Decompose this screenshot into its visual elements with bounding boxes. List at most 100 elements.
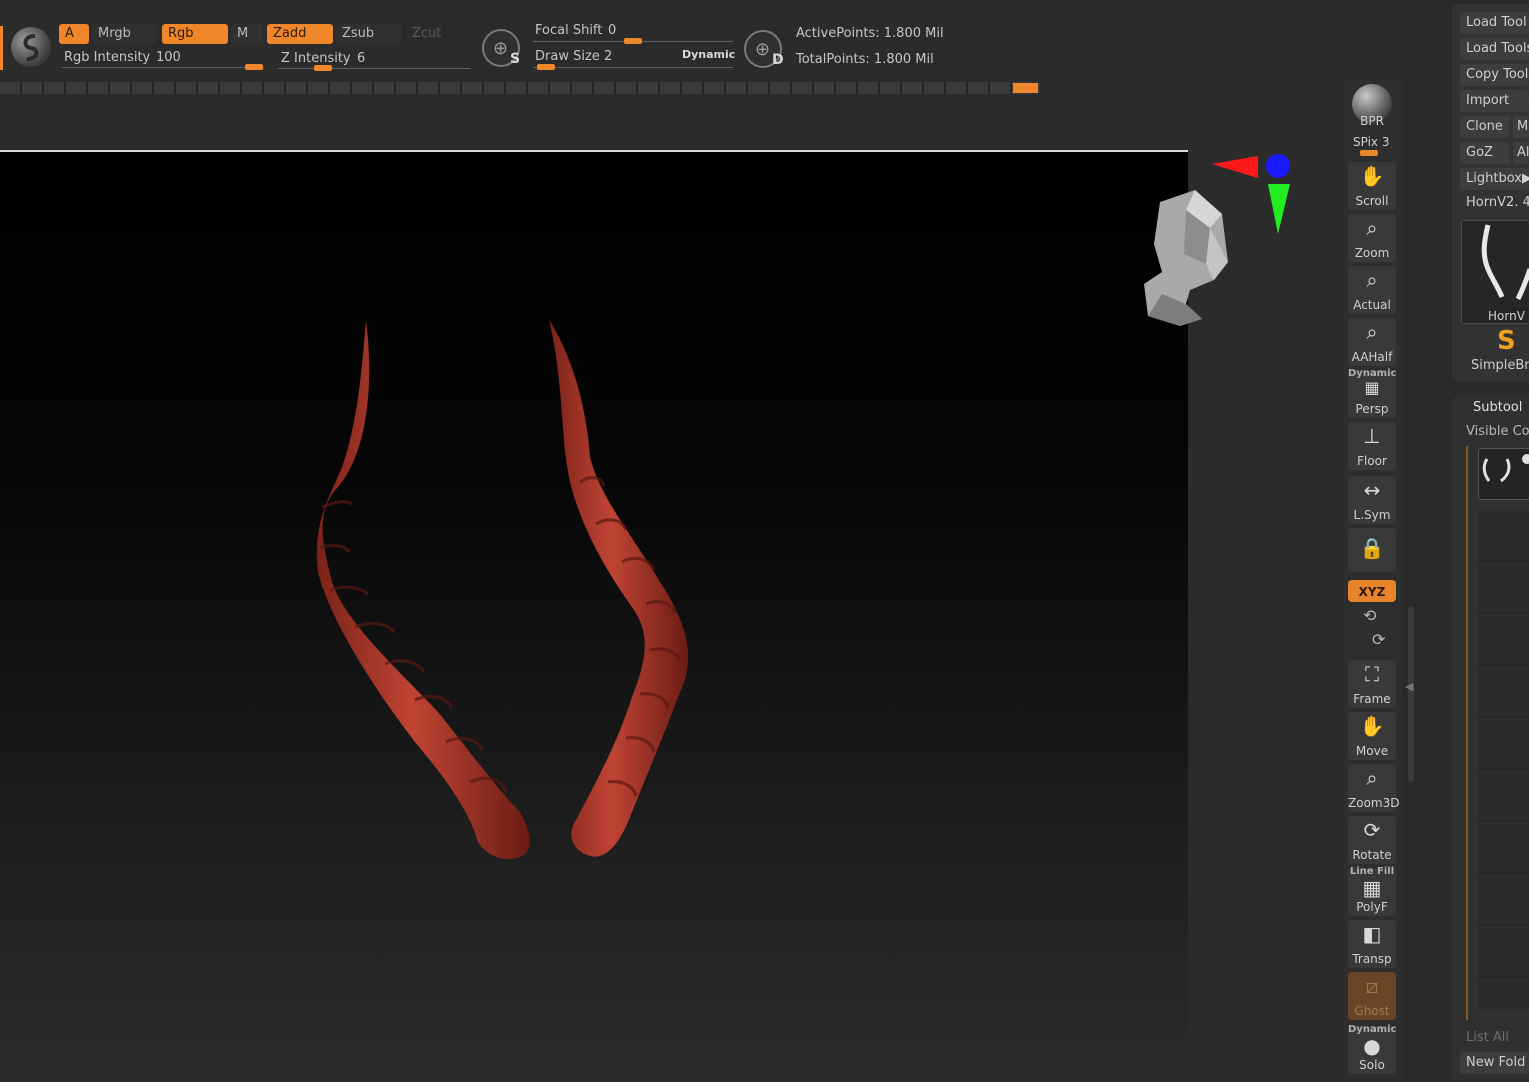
symmetry-arrows-icon: ↔ [1363, 478, 1381, 502]
zoom3d-icon: ⌕ [1366, 766, 1378, 790]
simplebrush-s-icon[interactable]: S [1497, 326, 1516, 356]
rotate-z-icon[interactable]: ⟳ [1372, 630, 1385, 649]
subtool-empty-slots [1478, 510, 1529, 1010]
aahalf-button[interactable]: ⌕ AAHalf [1348, 318, 1396, 366]
rgb-intensity-knob[interactable] [245, 64, 263, 70]
ghost-button[interactable]: ⧄ Ghost [1348, 972, 1396, 1020]
transp-label: Transp [1352, 952, 1392, 966]
subtool-scrollbar[interactable] [1466, 446, 1468, 1020]
horn-thumbnail-icon [1481, 224, 1529, 301]
goz-button[interactable]: GoZ [1460, 142, 1510, 164]
camera-lock-button[interactable]: 🔒 [1348, 528, 1396, 572]
make-polymesh-button[interactable]: M [1513, 116, 1529, 138]
subtool-item[interactable] [1478, 448, 1529, 500]
shelf-scrollbar[interactable] [1408, 606, 1414, 782]
polyf-label: PolyF [1356, 900, 1388, 914]
subtool-title[interactable]: Subtool [1473, 400, 1522, 415]
total-points: TotalPoints: 1.800 Mil [796, 52, 934, 67]
a-toggle[interactable]: A [59, 24, 89, 44]
polyf-button[interactable]: Line Fill ▦ PolyF [1348, 866, 1396, 916]
focal-shift-knob[interactable] [624, 38, 642, 44]
zoom-button[interactable]: ⌕ Zoom [1348, 214, 1396, 262]
lsym-button[interactable]: ↔ L.Sym [1348, 476, 1396, 524]
timeline-marker[interactable] [1013, 83, 1038, 93]
polygrid-icon: ▦ [1362, 876, 1382, 900]
persp-label: Persp [1355, 402, 1389, 416]
rotate-button[interactable]: ⟳ Rotate [1348, 816, 1396, 864]
draw-size-knob[interactable] [537, 64, 555, 70]
xyz-label: XYZ [1358, 585, 1386, 599]
camera-lock-icon: 🔒 [1359, 536, 1385, 560]
move-button[interactable]: ✋ Move [1348, 712, 1396, 760]
m-toggle[interactable]: M [231, 24, 263, 44]
crosshair-icon: ⊕ [493, 38, 509, 59]
z-intensity-value: 6 [357, 51, 366, 66]
tool-panel [1452, 4, 1529, 382]
spix-label: SPix [1353, 135, 1379, 149]
xyz-rotate-button[interactable]: XYZ [1348, 580, 1396, 602]
magnifier-half-icon: ⌕ [1366, 320, 1378, 344]
bpr-label: BPR [1360, 114, 1384, 128]
persp-button[interactable]: Dynamic ▦ Persp [1348, 368, 1396, 418]
actual-button[interactable]: ⌕ Actual [1348, 266, 1396, 314]
perspective-grid-icon: ▦ [1364, 378, 1380, 397]
frame-button[interactable]: ⛶ Frame [1348, 660, 1396, 708]
rgb-toggle[interactable]: Rgb [162, 24, 228, 44]
magnifier-1x-icon: ⌕ [1366, 268, 1378, 292]
zsub-toggle[interactable]: Zsub [336, 24, 402, 44]
copy-tool-button[interactable]: Copy Tool [1460, 64, 1529, 86]
bpr-button[interactable]: BPR [1348, 84, 1396, 128]
load-tool-button[interactable]: Load Tool [1460, 12, 1529, 34]
floor-button[interactable]: ⊥ Floor [1348, 422, 1396, 470]
left-horn [316, 320, 530, 860]
load-tools-button[interactable]: Load Tools [1460, 38, 1529, 60]
draw-size-value: 2 [604, 49, 613, 64]
focal-shift-value: 0 [608, 23, 617, 38]
z-intensity-knob[interactable] [314, 65, 332, 71]
mrgb-toggle[interactable]: Mrgb [92, 24, 156, 44]
lightbox-button[interactable]: Lightbox▶ [1460, 168, 1529, 190]
draw-size-slider[interactable] [533, 67, 733, 68]
top-toolbar: A Mrgb Rgb M Zadd Zsub Zcut Rgb Intensit… [0, 0, 1445, 100]
import-button[interactable]: Import [1460, 90, 1529, 112]
zoom3d-button[interactable]: ⌕ Zoom3D [1348, 764, 1399, 812]
timeline-ruler[interactable] [0, 82, 1040, 94]
visible-count: Visible Co [1466, 424, 1529, 439]
d-letter: D [772, 52, 784, 68]
collapse-arrow-icon[interactable]: ◀ [1405, 680, 1413, 693]
goz-all-button[interactable]: All [1513, 142, 1529, 164]
transp-button[interactable]: ◧ Transp [1348, 920, 1396, 968]
solo-button[interactable]: Dynamic ● Solo [1348, 1024, 1396, 1074]
spix-value: 3 [1381, 135, 1390, 149]
solo-spheres-icon: ● [1363, 1034, 1381, 1058]
magnifier-icon: ⌕ [1366, 216, 1378, 240]
move-hand-icon: ✋ [1359, 714, 1385, 738]
clone-button[interactable]: Clone [1460, 116, 1510, 138]
axis-gizmo-icon[interactable] [1208, 152, 1298, 242]
z-intensity-slider[interactable] [278, 68, 470, 69]
lazymouse-d-icon[interactable]: ⊕ D [744, 30, 784, 68]
rotate-y-icon[interactable]: ⟲ [1363, 606, 1376, 625]
aahalf-label: AAHalf [1351, 350, 1393, 364]
zcut-toggle[interactable]: Zcut [406, 24, 466, 44]
tool-thumbnail[interactable]: HornV [1461, 220, 1529, 324]
viewport-canvas[interactable] [0, 150, 1290, 1082]
spix-knob[interactable] [1360, 150, 1378, 156]
z-intensity-label: Z Intensity [281, 51, 351, 66]
frame-icon: ⛶ [1365, 662, 1379, 686]
rgb-intensity-value: 100 [156, 50, 181, 65]
floor-label: Floor [1357, 454, 1387, 468]
right-horn [549, 320, 689, 857]
new-folder-button[interactable]: New Fold [1460, 1052, 1529, 1074]
dynamic-toggle[interactable]: Dynamic [682, 48, 735, 61]
material-sphere-icon[interactable] [11, 27, 51, 67]
lazymouse-s-icon[interactable]: ⊕ S [482, 29, 520, 67]
simplebrush-label[interactable]: SimpleBr [1471, 358, 1529, 373]
spix-control[interactable]: SPix 3 [1353, 135, 1390, 149]
scroll-button[interactable]: ✋ Scroll [1348, 162, 1396, 210]
move-label: Move [1355, 744, 1389, 758]
rgb-intensity-slider[interactable] [62, 67, 264, 68]
subtool-horn-icon [1482, 454, 1529, 483]
list-all-button[interactable]: List All [1466, 1030, 1509, 1045]
zadd-toggle[interactable]: Zadd [267, 24, 333, 44]
